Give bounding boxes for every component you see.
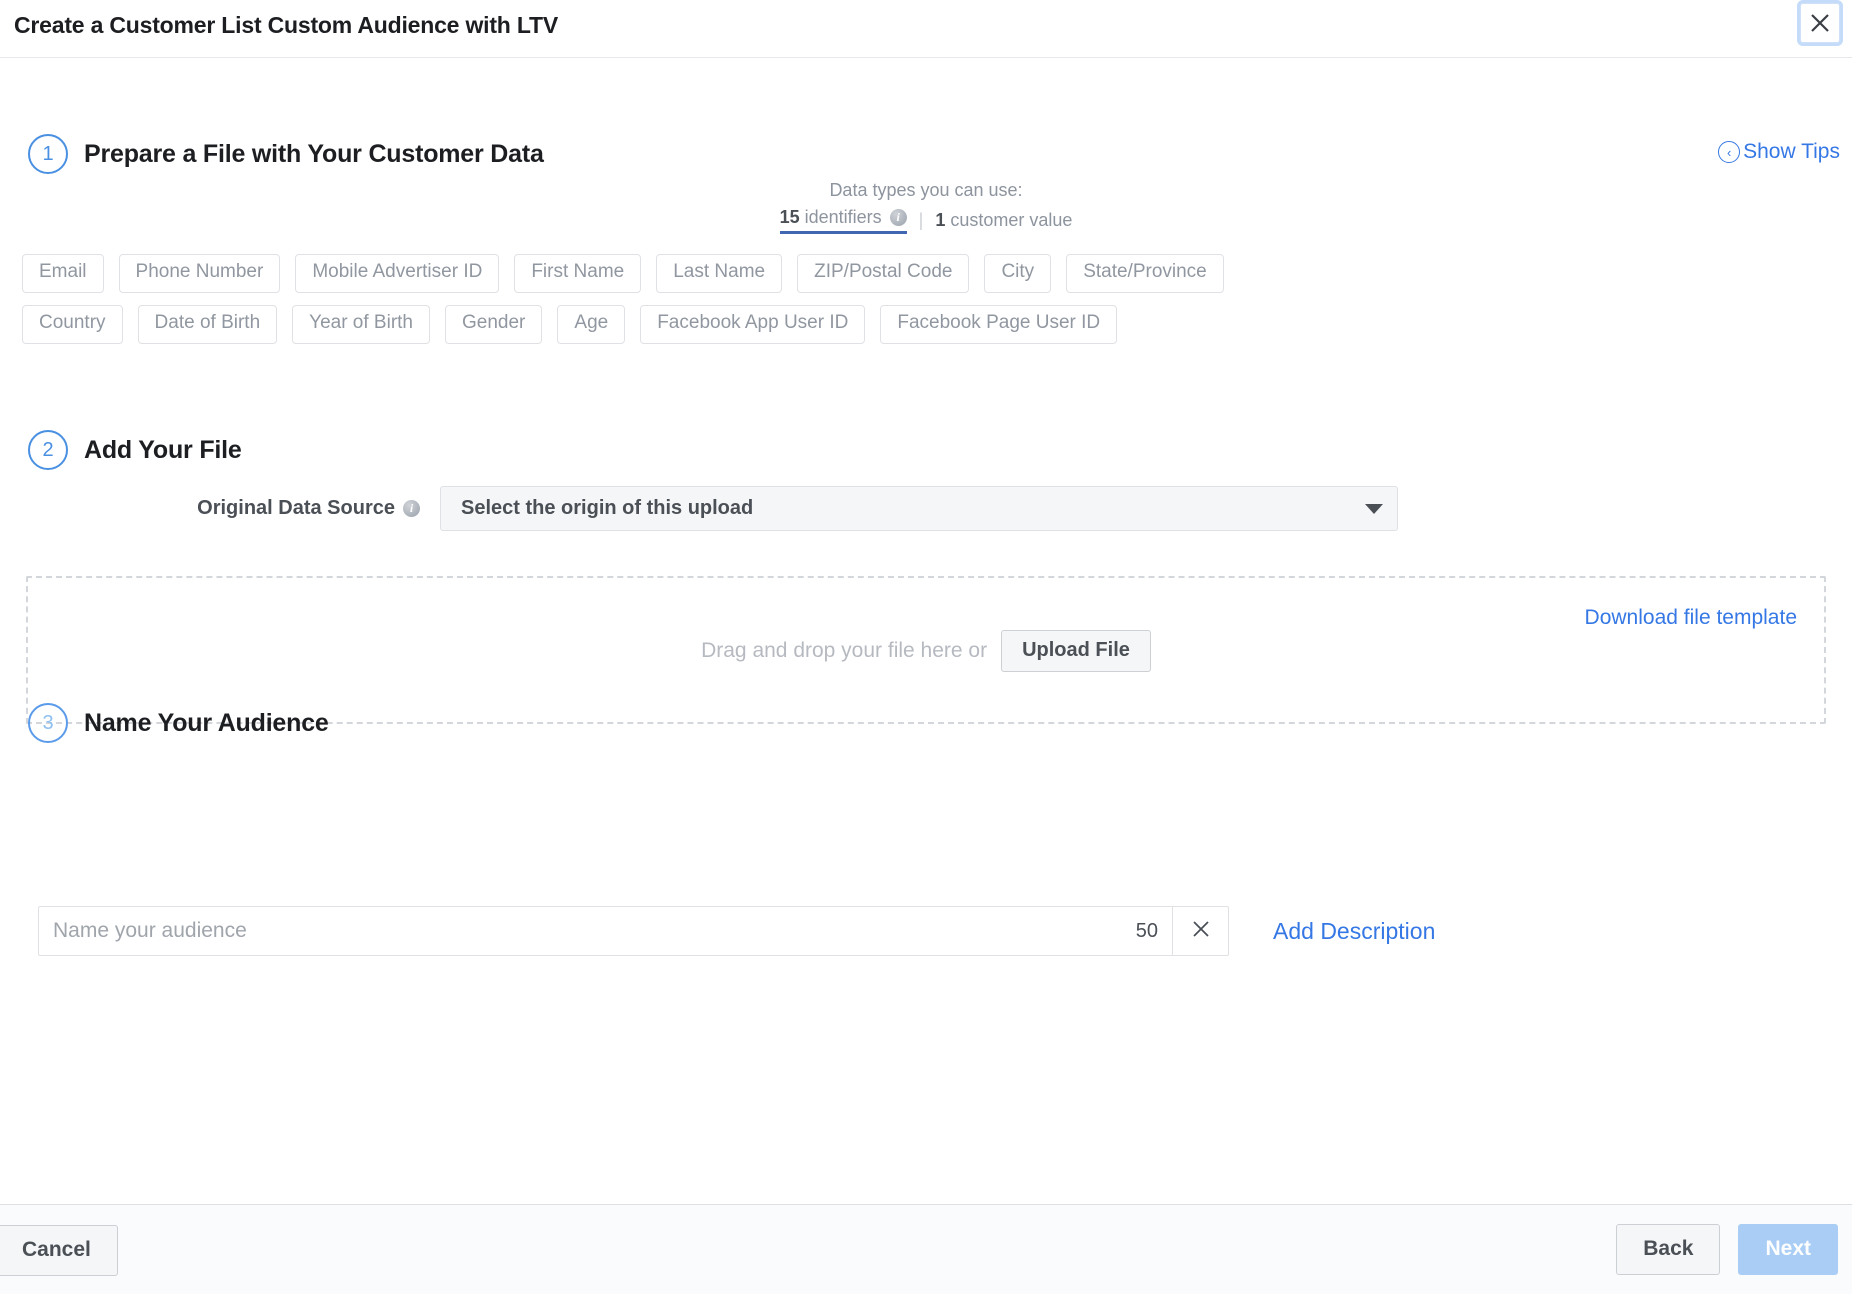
original-data-source-select[interactable]: Select the origin of this upload <box>440 486 1398 531</box>
customer-value-group: 1 customer value <box>935 210 1072 231</box>
audience-name-placeholder: Name your audience <box>53 919 1136 943</box>
dialog-title: Create a Customer List Custom Audience w… <box>14 12 558 39</box>
data-type-tag: Mobile Advertiser ID <box>295 254 499 293</box>
download-file-template-link[interactable]: Download file template <box>1585 606 1797 630</box>
info-icon[interactable]: i <box>403 500 420 517</box>
data-type-tag: Phone Number <box>119 254 281 293</box>
close-icon <box>1191 919 1211 944</box>
dropzone-instruction: Drag and drop your file here or <box>701 639 987 663</box>
data-type-tag: Age <box>557 305 625 344</box>
data-types-caption: Data types you can use: <box>0 180 1852 201</box>
data-type-tag: ZIP/Postal Code <box>797 254 969 293</box>
step-1-title: Prepare a File with Your Customer Data <box>84 140 544 169</box>
identifiers-tab[interactable]: 15 identifiers i <box>780 207 907 234</box>
file-dropzone[interactable]: Download file template Drag and drop you… <box>26 576 1826 724</box>
counts-separator: | <box>919 210 924 231</box>
step-3-title: Name Your Audience <box>84 709 329 738</box>
footer-right-group: Back Next <box>1616 1224 1838 1275</box>
data-type-tag: First Name <box>514 254 641 293</box>
upload-file-button[interactable]: Upload File <box>1001 630 1151 672</box>
step-2-number: 2 <box>28 430 68 470</box>
data-type-tag: Facebook App User ID <box>640 305 865 344</box>
data-type-tag: Date of Birth <box>138 305 278 344</box>
data-types-summary: Data types you can use: 15 identifiers i… <box>0 180 1852 234</box>
dialog-body: 1 Prepare a File with Your Customer Data… <box>0 58 1852 1204</box>
step-1-number: 1 <box>28 134 68 174</box>
show-tips-label: Show Tips <box>1743 140 1840 164</box>
step-3-number: 3 <box>28 703 68 743</box>
dialog-header: Create a Customer List Custom Audience w… <box>0 0 1852 58</box>
data-type-tag-list: Email Phone Number Mobile Advertiser ID … <box>22 254 1830 356</box>
add-description-link[interactable]: Add Description <box>1273 918 1435 945</box>
dialog-footer: Cancel Back Next <box>0 1204 1852 1294</box>
create-custom-audience-dialog: Create a Customer List Custom Audience w… <box>0 0 1852 1294</box>
close-button[interactable] <box>1800 3 1840 43</box>
chevron-left-icon: ‹ <box>1718 141 1740 163</box>
original-data-source-value: Select the origin of this upload <box>461 497 1365 520</box>
data-type-tag: State/Province <box>1066 254 1224 293</box>
chevron-down-icon <box>1365 504 1383 514</box>
info-icon[interactable]: i <box>890 209 907 226</box>
audience-name-row: Name your audience 50 Add Description <box>38 906 1435 956</box>
identifiers-label: identifiers <box>805 207 882 228</box>
data-type-tag-row-2: Country Date of Birth Year of Birth Gend… <box>22 305 1830 344</box>
char-counter: 50 <box>1136 920 1158 943</box>
data-type-tag: Gender <box>445 305 542 344</box>
step-2-title: Add Your File <box>84 436 242 465</box>
identifiers-count: 15 <box>780 207 800 228</box>
data-type-tag: Email <box>22 254 104 293</box>
step-2-header: 2 Add Your File <box>28 430 242 470</box>
cancel-button[interactable]: Cancel <box>0 1225 118 1276</box>
back-button[interactable]: Back <box>1616 1224 1720 1275</box>
data-type-tag: Facebook Page User ID <box>880 305 1117 344</box>
data-types-counts: 15 identifiers i | 1 customer value <box>780 207 1073 234</box>
customer-value-label: customer value <box>950 210 1072 230</box>
close-icon <box>1809 12 1831 34</box>
dropzone-content: Drag and drop your file here or Upload F… <box>28 630 1824 672</box>
original-data-source-label: Original Data Source <box>197 497 395 520</box>
data-type-tag: City <box>984 254 1051 293</box>
footer-left-group: Cancel <box>0 1238 118 1261</box>
original-data-source-row: Original Data Source i Select the origin… <box>0 486 1852 531</box>
customer-value-count: 1 <box>935 210 945 230</box>
show-tips-button[interactable]: ‹ Show Tips <box>1718 140 1840 164</box>
audience-name-input[interactable]: Name your audience 50 <box>38 906 1173 956</box>
step-1-header: 1 Prepare a File with Your Customer Data <box>28 134 544 174</box>
step-3-header: 3 Name Your Audience <box>28 703 329 743</box>
data-type-tag: Last Name <box>656 254 782 293</box>
data-type-tag: Year of Birth <box>292 305 430 344</box>
data-type-tag-row-1: Email Phone Number Mobile Advertiser ID … <box>22 254 1830 293</box>
next-button[interactable]: Next <box>1738 1224 1838 1275</box>
original-data-source-label-group: Original Data Source i <box>0 497 420 520</box>
clear-name-button[interactable] <box>1173 906 1229 956</box>
data-type-tag: Country <box>22 305 123 344</box>
